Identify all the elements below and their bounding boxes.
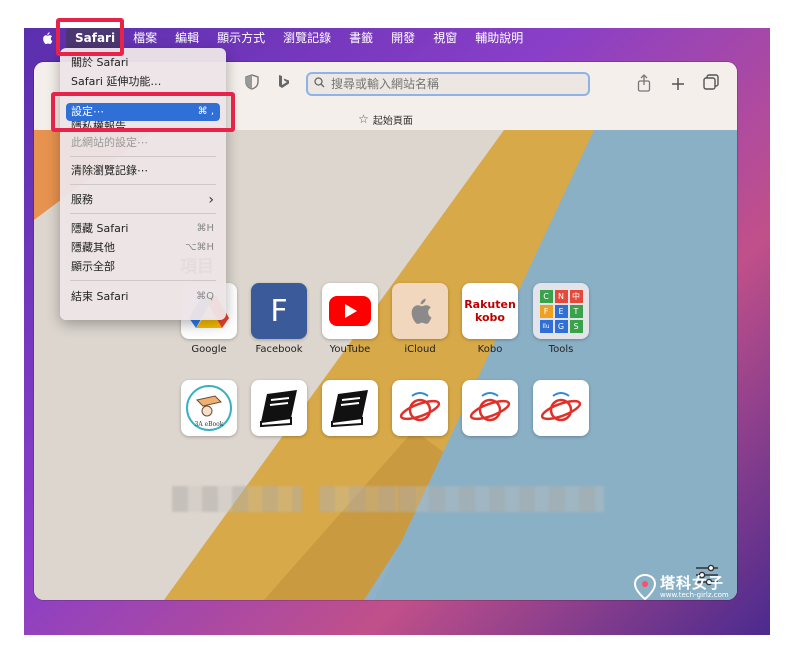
- book-icon: [251, 380, 307, 436]
- logo-url: www.tech-girlz.com: [660, 591, 729, 599]
- menu-item-safari-extensions[interactable]: Safari 延伸功能…: [66, 73, 220, 91]
- safari-menu: 關於 Safari Safari 延伸功能… 設定⋯ ⌘ , 隱私權報告 此網站的…: [60, 48, 226, 320]
- privacy-shield-icon[interactable]: [242, 74, 262, 94]
- highlight-safari-menu: [56, 18, 124, 56]
- chevron-right-icon: ›: [208, 192, 214, 208]
- menu-separator: [70, 156, 216, 157]
- favorite-label: iCloud: [404, 344, 436, 355]
- favorite-book-1[interactable]: [249, 380, 309, 436]
- blurred-label: [172, 486, 302, 512]
- menu-item-about-safari[interactable]: 關於 Safari: [66, 54, 220, 72]
- planet-icon: [462, 380, 518, 436]
- favorite-planet-3[interactable]: [531, 380, 591, 436]
- tools-grid-icon: C N 中 F E T Ilu G S: [533, 283, 589, 339]
- menu-bar: Safari 檔案 編輯 顯示方式 瀏覽記錄 書籤 開發 視窗 輔助說明: [24, 28, 770, 48]
- menu-separator: [70, 184, 216, 185]
- favorite-book-2[interactable]: [320, 380, 380, 436]
- search-input[interactable]: [329, 76, 573, 92]
- apple-icon[interactable]: [40, 31, 54, 45]
- logo-mark-icon: [634, 574, 656, 600]
- planet-icon: [533, 380, 589, 436]
- menu-item-website-settings: 此網站的設定⋯: [71, 136, 148, 149]
- menu-view[interactable]: 顯示方式: [208, 28, 274, 48]
- menu-item-hide-safari[interactable]: 隱藏 Safari ⌘H: [66, 220, 220, 238]
- tab-overview-icon[interactable]: [701, 74, 721, 94]
- favorite-youtube[interactable]: YouTube: [320, 283, 380, 355]
- apple-logo-icon: [392, 283, 448, 339]
- menu-separator: [70, 280, 216, 281]
- favorite-label: Tools: [548, 344, 574, 355]
- highlight-settings-item: [51, 92, 235, 132]
- ebook-badge-icon: 3A eBook: [181, 380, 237, 436]
- blurred-label: [399, 486, 604, 512]
- svg-text:3A eBook: 3A eBook: [195, 421, 224, 428]
- address-bar[interactable]: [306, 72, 590, 96]
- favorite-label: Facebook: [255, 344, 303, 355]
- menu-window[interactable]: 視窗: [424, 28, 466, 48]
- menu-separator: [70, 213, 216, 214]
- star-icon: ☆: [358, 112, 369, 126]
- tech-girlz-logo: 塔科女子 www.tech-girlz.com: [634, 572, 744, 606]
- youtube-icon: [322, 283, 378, 339]
- favorite-planet-2[interactable]: [460, 380, 520, 436]
- tab-start-page[interactable]: 起始頁面: [373, 112, 413, 127]
- menu-file[interactable]: 檔案: [124, 28, 166, 48]
- favorite-kobo[interactable]: Rakuten kobo Kobo: [460, 283, 520, 355]
- menu-item-show-all[interactable]: 顯示全部: [66, 258, 220, 276]
- menu-item-clear-history[interactable]: 清除瀏覽記錄⋯: [66, 162, 220, 180]
- book-icon: [322, 380, 378, 436]
- menu-history[interactable]: 瀏覽記錄: [274, 28, 340, 48]
- logo-title: 塔科女子: [660, 574, 725, 592]
- menu-help[interactable]: 輔助說明: [466, 28, 532, 48]
- menu-edit[interactable]: 編輯: [166, 28, 208, 48]
- menu-develop[interactable]: 開發: [382, 28, 424, 48]
- menu-item-hide-others[interactable]: 隱藏其他 ⌥⌘H: [66, 239, 220, 257]
- share-icon[interactable]: [634, 74, 654, 94]
- facebook-icon: F: [251, 283, 307, 339]
- menu-bookmarks[interactable]: 書籤: [340, 28, 382, 48]
- favorite-3a-ebook[interactable]: 3A eBook: [179, 380, 239, 436]
- menu-item-services[interactable]: 服務 ›: [66, 191, 220, 209]
- new-tab-icon[interactable]: [668, 74, 688, 94]
- favorite-label: Kobo: [477, 344, 503, 355]
- blurred-label: [319, 486, 399, 512]
- planet-icon: [392, 380, 448, 436]
- bing-icon[interactable]: [274, 74, 294, 94]
- favorite-icloud[interactable]: iCloud: [390, 283, 450, 355]
- favorite-tools[interactable]: C N 中 F E T Ilu G S Tools: [531, 283, 591, 355]
- favorite-label: Google: [191, 344, 227, 355]
- menu-item-quit-safari[interactable]: 結束 Safari ⌘Q: [66, 288, 220, 306]
- search-icon: [314, 77, 325, 91]
- favorite-label: YouTube: [329, 344, 371, 355]
- favorite-facebook[interactable]: F Facebook: [249, 283, 309, 355]
- favorite-planet-1[interactable]: [390, 380, 450, 436]
- kobo-logo-icon: Rakuten kobo: [462, 283, 518, 339]
